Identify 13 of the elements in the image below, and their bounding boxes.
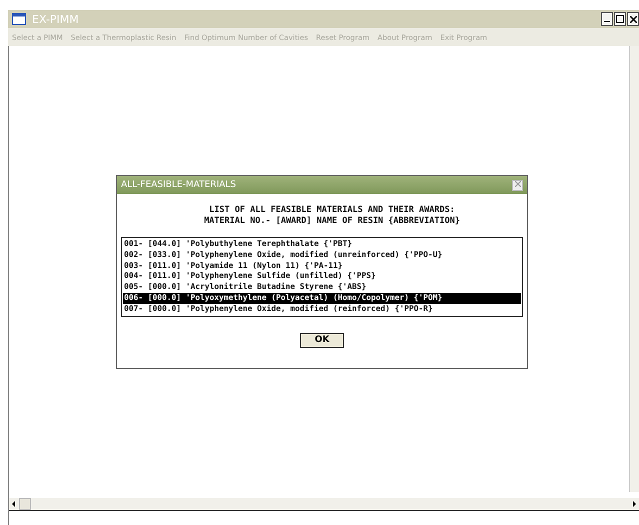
minimize-button[interactable] — [601, 12, 613, 26]
maximize-button[interactable] — [614, 12, 626, 26]
maximize-icon — [616, 15, 624, 23]
close-icon — [514, 181, 520, 187]
close-button[interactable] — [627, 12, 639, 26]
heading-text: MATERIAL NO.- [AWARD] NAME OF RESIN {ABBREVIATION} — [204, 216, 460, 227]
window-title: EX-PIMM — [32, 12, 79, 26]
dialog-title: ALL-FEASIBLE-MATERIALS — [121, 180, 236, 190]
heading-text: LIST OF ALL FEASIBLE MATERIALS AND THEIR AWARDS: — [209, 205, 455, 216]
close-icon — [630, 16, 636, 22]
ok-button[interactable]: OK — [300, 332, 344, 348]
scroll-thumb[interactable] — [19, 498, 31, 510]
window-icon — [12, 13, 26, 25]
